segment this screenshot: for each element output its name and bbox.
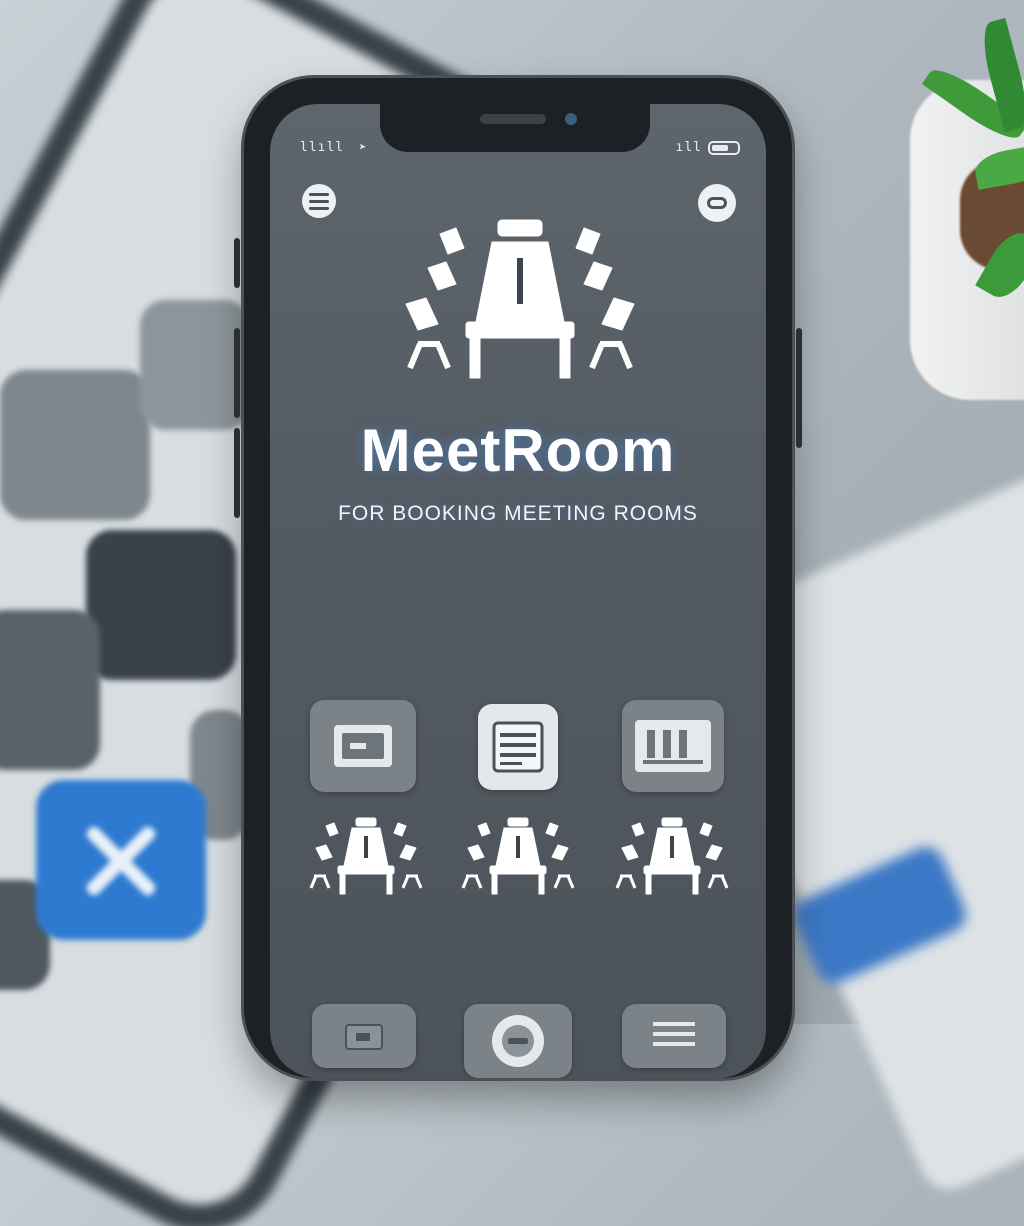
front-camera [565, 113, 577, 125]
menu-list-icon [653, 1022, 695, 1046]
volume-down-button [234, 328, 240, 418]
mute-switch [234, 428, 240, 518]
menu-icon [309, 199, 329, 203]
location-icon: ➤ [358, 140, 368, 154]
list-tile[interactable] [478, 704, 558, 790]
schedule-tile[interactable] [622, 700, 724, 792]
notch [380, 104, 650, 152]
power-button [796, 328, 802, 448]
calendar-tile[interactable] [310, 700, 416, 792]
background-tile [86, 530, 236, 680]
menu-icon [309, 206, 329, 210]
list-icon [492, 721, 544, 773]
profile-button[interactable] [698, 184, 736, 222]
app-title: MeetRoom [360, 417, 676, 484]
app-subtitle: FOR BOOKING MEETING ROOMS [338, 502, 698, 525]
background-tile [0, 610, 100, 770]
schedule-icon [635, 720, 711, 772]
menu-button[interactable] [302, 184, 336, 218]
search-tile[interactable] [464, 1004, 572, 1078]
background-tile [0, 370, 150, 520]
profile-icon [707, 197, 727, 209]
app-screen: llıll ➤ ıll MeetRoom FOR BOOKING MEETING… [270, 104, 766, 1078]
conference-room-icon[interactable] [612, 814, 732, 900]
status-bar-right: ıll [676, 140, 740, 155]
conference-room-icon[interactable] [458, 814, 578, 900]
folder-tile[interactable] [312, 1004, 416, 1068]
status-bar-left: llıll ➤ [300, 140, 367, 155]
signal-text: llıll [300, 140, 345, 155]
menu-icon [309, 192, 329, 196]
menu-list-tile[interactable] [622, 1004, 726, 1068]
search-icon [492, 1015, 544, 1067]
earpiece-speaker [480, 114, 546, 124]
background-x-icon [36, 780, 206, 940]
conference-room-icon[interactable] [306, 814, 426, 900]
volume-up-button [234, 238, 240, 288]
phone-frame: llıll ➤ ıll MeetRoom FOR BOOKING MEETING… [234, 78, 802, 1078]
folder-icon [345, 1024, 383, 1050]
calendar-icon [334, 725, 392, 767]
signal-text: ıll [675, 140, 702, 155]
conference-table-icon [405, 219, 635, 379]
battery-icon [708, 140, 740, 155]
